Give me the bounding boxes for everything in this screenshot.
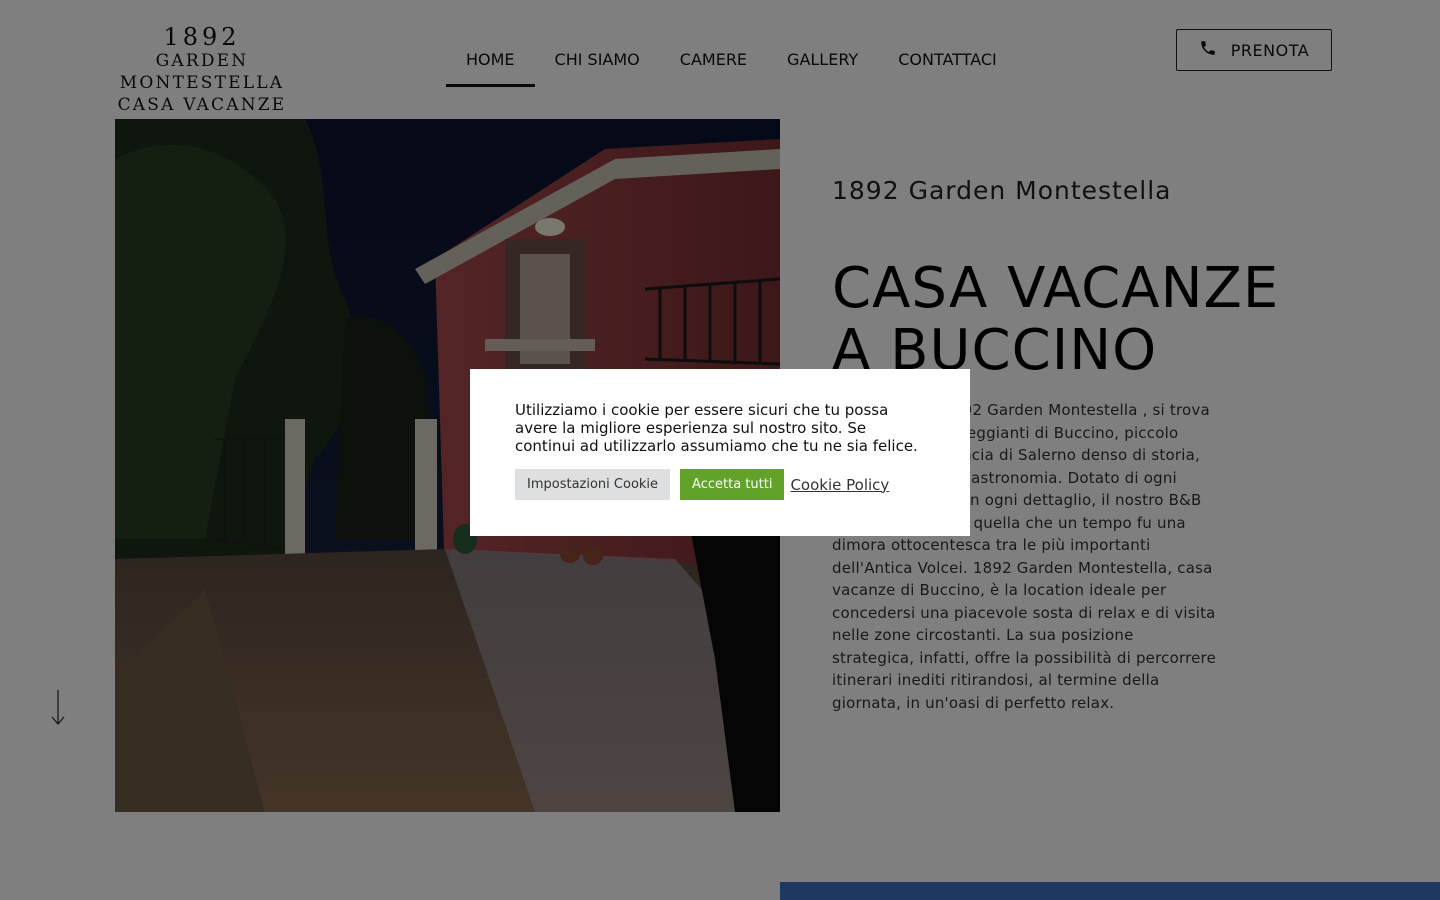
cookie-policy-link[interactable]: Cookie Policy [790, 476, 889, 494]
arrow-down-icon[interactable] [48, 688, 68, 728]
cookie-message: Utilizziamo i cookie per essere sicuri c… [515, 401, 918, 455]
cookie-actions: Impostazioni Cookie Accetta tutti Cookie… [515, 469, 925, 500]
cookie-settings-button[interactable]: Impostazioni Cookie [515, 469, 671, 500]
cookie-consent-dialog: Utilizziamo i cookie per essere sicuri c… [470, 369, 970, 536]
accept-all-button[interactable]: Accetta tutti [680, 469, 785, 500]
